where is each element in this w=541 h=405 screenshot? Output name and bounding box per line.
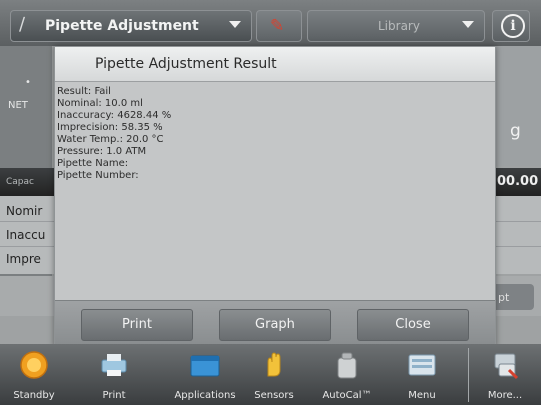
dialog-title-bar: Pipette Adjustment Result [55,47,495,82]
info-button[interactable]: i [492,10,530,42]
menu-icon [408,354,436,376]
pipette-result-dialog: Pipette Adjustment Result Result: Fail N… [54,46,496,348]
applications-icon [190,355,220,377]
accept-button-label: pt [498,291,510,304]
capacity-label: Capac [6,177,34,187]
imprecision-line: Imprecision: 58.35 % [57,122,163,133]
library-selector[interactable]: Library [307,10,485,42]
dialog-title: Pipette Adjustment Result [95,56,277,72]
right-unit-panel [493,46,541,166]
accept-button[interactable]: pt [490,284,534,310]
nav-applications[interactable]: Applications [168,344,242,405]
nav-label: AutoCal™ [322,390,372,401]
nav-more[interactable]: More... [474,344,536,405]
nav-label: More... [487,390,523,401]
capacity-value: 00.00 [497,174,539,189]
pencil-icon: ∕ [19,14,26,35]
result-line: Result: Fail [57,86,111,97]
nav-standby[interactable]: Standby [4,344,64,405]
close-button[interactable]: Close [357,309,469,341]
application-selector[interactable]: ∕ Pipette Adjustment [10,10,252,42]
nav-divider [468,348,469,402]
pipette-tool-button[interactable]: ✎ [256,10,302,42]
nav-label: Print [102,390,126,401]
imprecision-field-label[interactable]: Impre [6,252,41,266]
nav-print[interactable]: Print [84,344,144,405]
pipette-name-line: Pipette Name: [57,158,129,169]
nominal-line: Nominal: 10.0 ml [57,98,143,109]
print-button-label: Print [122,317,152,332]
unit-label[interactable]: g [510,121,521,141]
nav-label: Applications [174,390,236,401]
chevron-down-icon [229,21,241,28]
nominal-field-label[interactable]: Nomir [6,204,42,218]
info-icon: i [501,14,525,38]
print-button[interactable]: Print [81,309,193,341]
pipette-icon: ✎ [270,16,285,36]
graph-button[interactable]: Graph [219,309,331,341]
pressure-line: Pressure: 1.0 ATM [57,146,147,157]
nav-sensors[interactable]: Sensors [246,344,302,405]
printer-icon [101,354,127,376]
nav-label: Sensors [254,390,294,401]
dialog-footer: Print Graph Close [55,300,495,348]
standby-icon [20,351,48,379]
nav-autocal[interactable]: AutoCal™ [316,344,378,405]
result-list: Result: Fail Nominal: 10.0 ml Inaccuracy… [55,82,495,300]
hand-sensor-icon [267,352,281,377]
inaccuracy-field-label[interactable]: Inaccu [6,228,45,242]
inaccuracy-line: Inaccuracy: 4628.44 % [57,110,172,121]
nav-menu[interactable]: Menu [394,344,450,405]
net-indicator-dot: • [25,77,31,88]
autocal-weight-icon [337,352,357,379]
library-label: Library [378,19,420,33]
water-temp-line: Water Temp.: 20.0 °C [57,134,164,145]
more-icon [494,353,519,380]
bottom-nav-bar: Standby Print Applications Sensors AutoC… [0,344,541,405]
net-label: NET [8,100,28,111]
graph-button-label: Graph [255,317,295,332]
chevron-down-icon [462,21,474,28]
pipette-number-line: Pipette Number: [57,170,139,181]
nav-label: Standby [13,390,55,401]
nav-label: Menu [408,390,436,401]
application-label: Pipette Adjustment [45,18,199,34]
close-button-label: Close [395,317,431,332]
